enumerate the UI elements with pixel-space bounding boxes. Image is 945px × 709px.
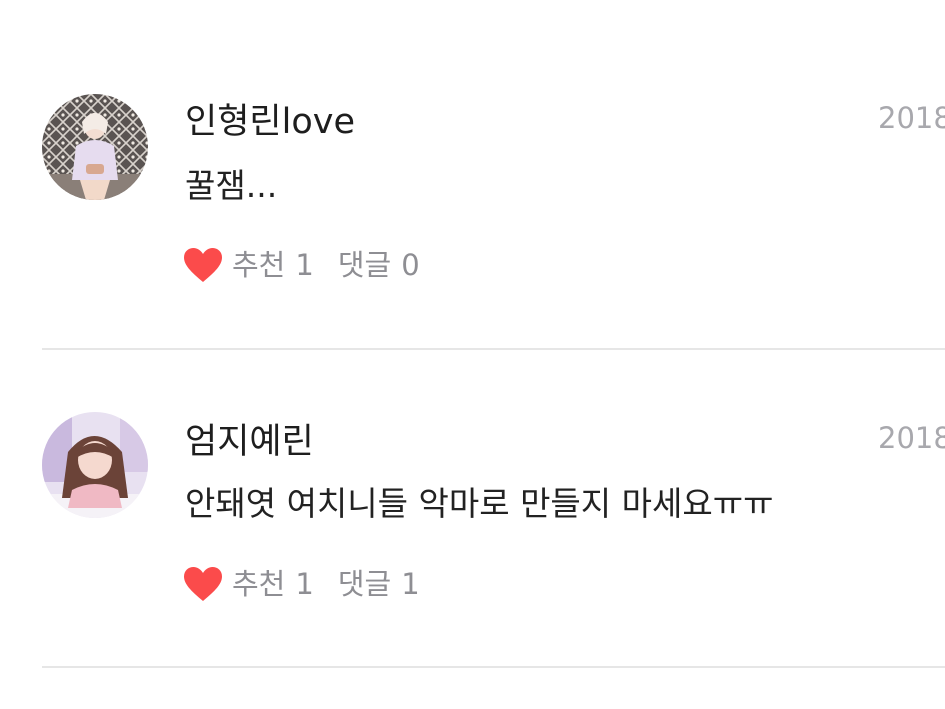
reply-count: 1 bbox=[401, 567, 420, 601]
like-count: 1 bbox=[295, 248, 314, 282]
avatar-photo bbox=[42, 412, 148, 518]
comment-date: 2018 bbox=[878, 101, 945, 135]
reply-label: 댓글 bbox=[337, 567, 392, 601]
reply-button[interactable]: 댓글 0 bbox=[338, 245, 420, 285]
reply-button[interactable]: 댓글 1 bbox=[338, 564, 420, 604]
heart-icon bbox=[184, 567, 222, 601]
comment-actions: 추천 1 댓글 0 bbox=[183, 245, 420, 285]
comment-text: 꿀잼... bbox=[185, 166, 278, 205]
reply-label: 댓글 bbox=[337, 248, 392, 282]
like-count: 1 bbox=[295, 567, 314, 601]
comment-divider bbox=[42, 666, 945, 668]
comment-username[interactable]: 엄지예린 bbox=[185, 420, 314, 464]
comment-item: 인형린love 2018 꿀잼... 추천 1 댓글 0 bbox=[0, 0, 945, 350]
comment-text: 안돼엿 여치니들 악마로 만들지 마세요ㅠㅠ bbox=[185, 484, 774, 523]
comment-username[interactable]: 인형린love bbox=[185, 100, 355, 144]
like-button[interactable]: 추천 1 bbox=[183, 245, 314, 285]
user-avatar[interactable] bbox=[42, 412, 148, 518]
comment-date: 2018 bbox=[878, 421, 945, 455]
comment-item: 엄지예린 2018 안돼엿 여치니들 악마로 만들지 마세요ㅠㅠ 추천 1 댓글… bbox=[0, 350, 945, 668]
reply-count: 0 bbox=[401, 248, 420, 282]
like-button[interactable]: 추천 1 bbox=[183, 564, 314, 604]
like-label: 추천 bbox=[232, 248, 286, 282]
user-avatar[interactable] bbox=[42, 94, 148, 200]
heart-icon bbox=[184, 248, 222, 282]
like-label: 추천 bbox=[232, 567, 286, 601]
comment-actions: 추천 1 댓글 1 bbox=[183, 564, 420, 604]
avatar-photo bbox=[42, 94, 148, 200]
